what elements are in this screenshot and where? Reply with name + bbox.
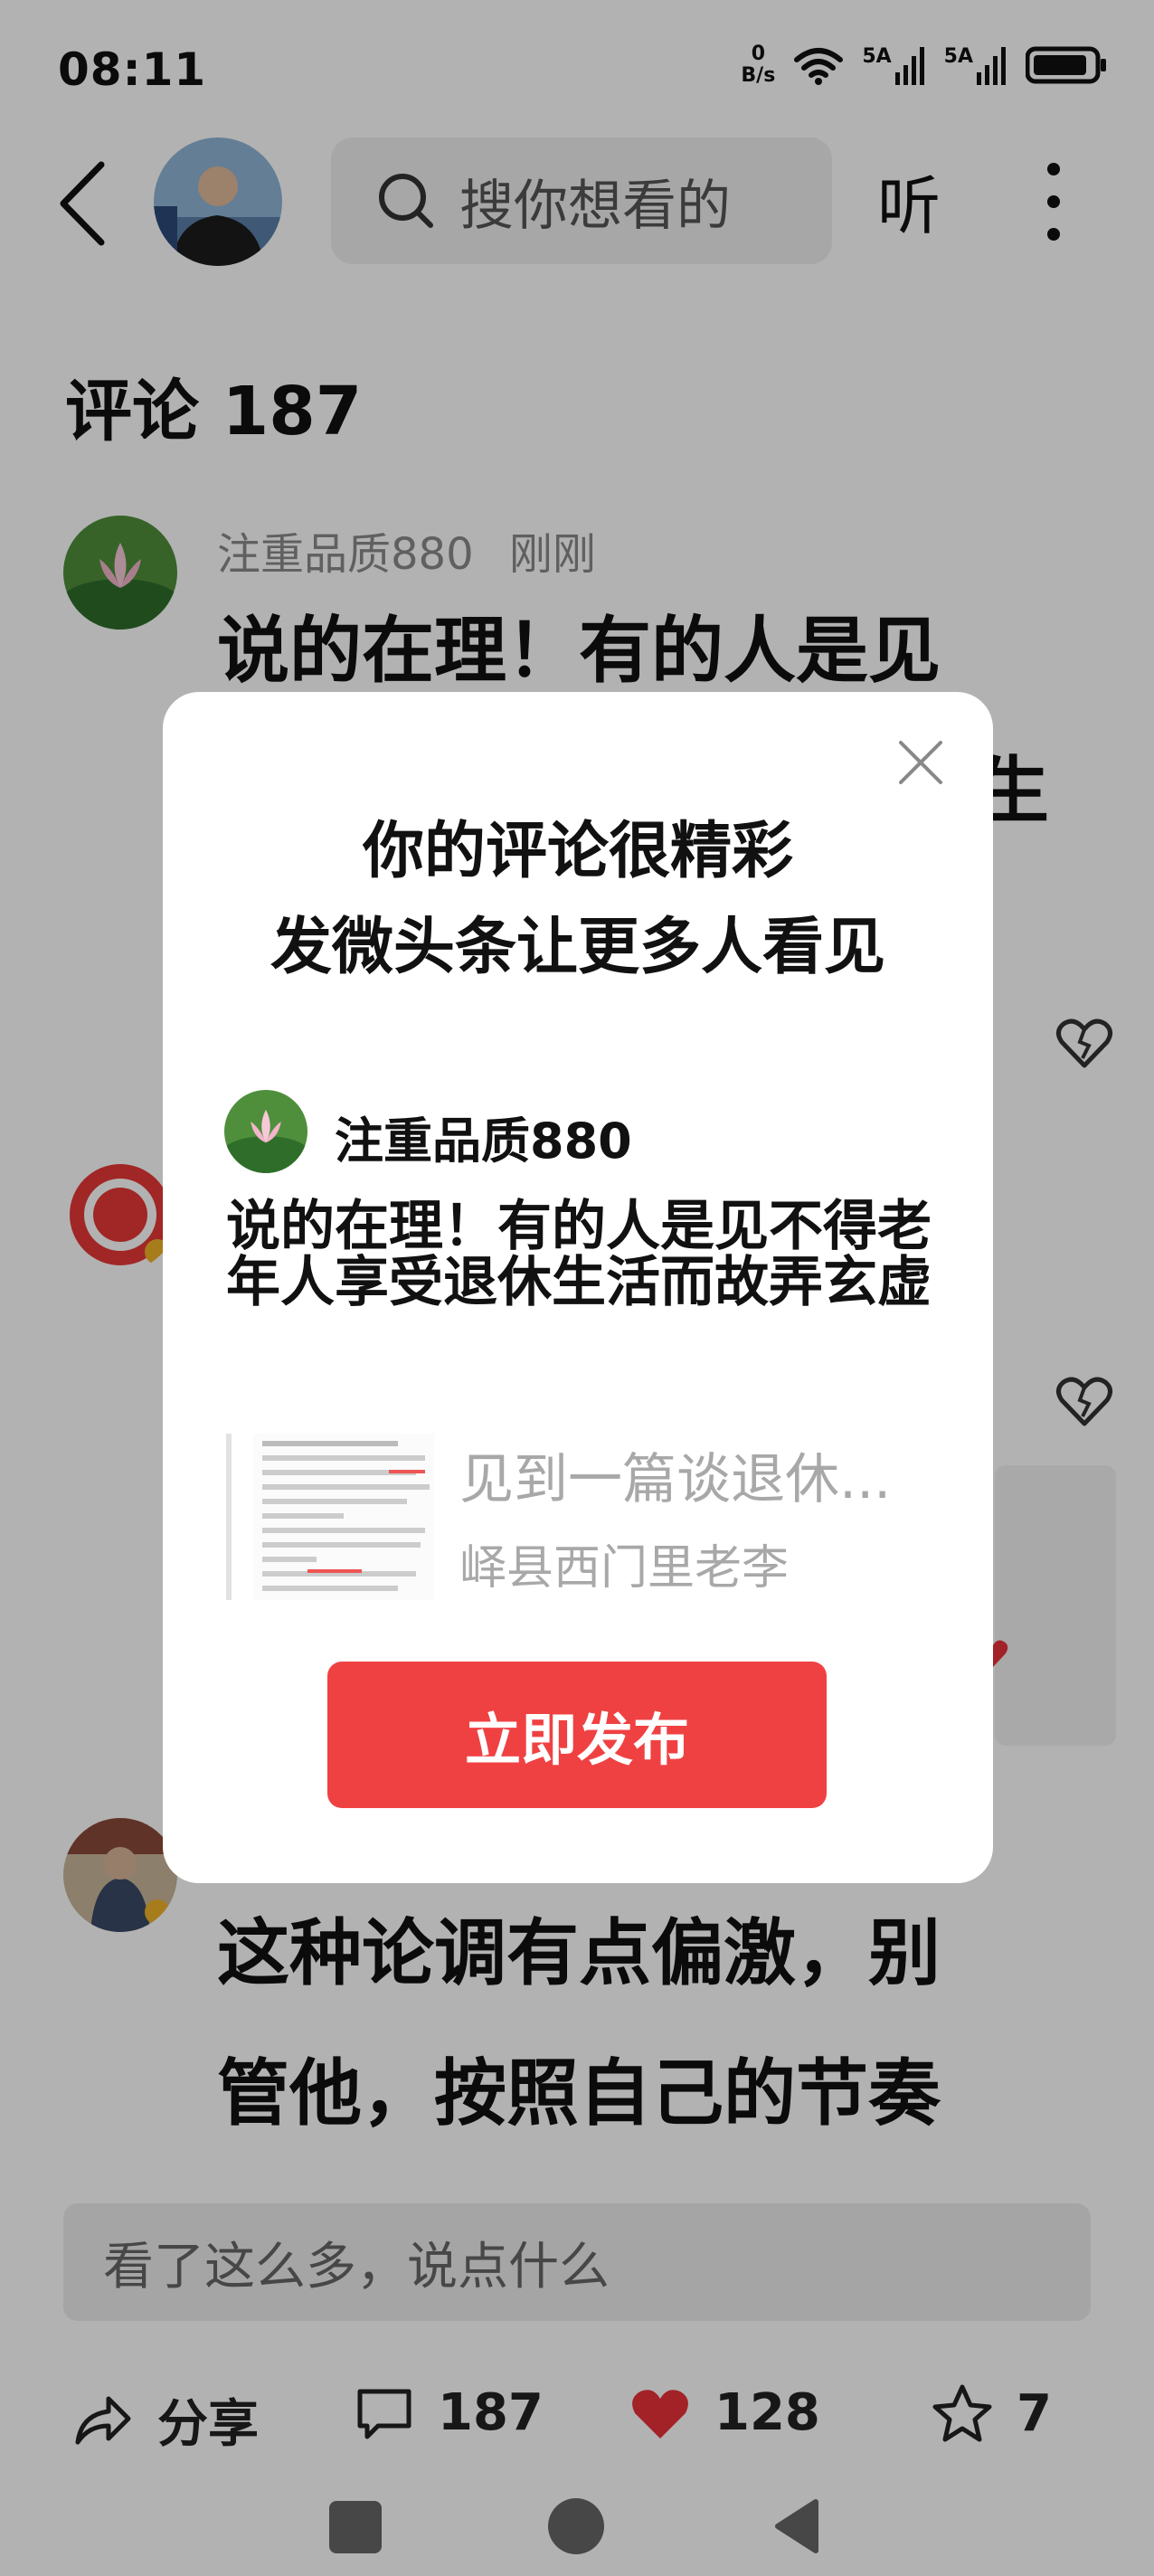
- dialog-username: 注重品质880: [335, 1113, 632, 1170]
- quoted-article-author: 峄县西门里老李: [459, 1541, 790, 1596]
- quoted-article-title: 见到一篇谈退休...: [459, 1448, 892, 1511]
- dialog-title-line1: 你的评论很精彩: [362, 816, 793, 887]
- close-icon[interactable]: [895, 737, 946, 788]
- dialog-user-avatar: [224, 1090, 307, 1173]
- publish-dialog: 你的评论很精彩 发微头条让更多人看见 注重品质880 说的在理！有的人是见不得老…: [163, 692, 993, 1883]
- article-thumbnail: [253, 1434, 434, 1600]
- dialog-comment-text: 说的在理！有的人是见不得老年人享受退休生活而故弄玄虚: [226, 1195, 932, 1314]
- dialog-title-line2: 发微头条让更多人看见: [270, 912, 885, 983]
- quoted-article: 见到一篇谈退休... 峄县西门里老李: [226, 1434, 946, 1600]
- publish-button[interactable]: 立即发布: [327, 1662, 827, 1808]
